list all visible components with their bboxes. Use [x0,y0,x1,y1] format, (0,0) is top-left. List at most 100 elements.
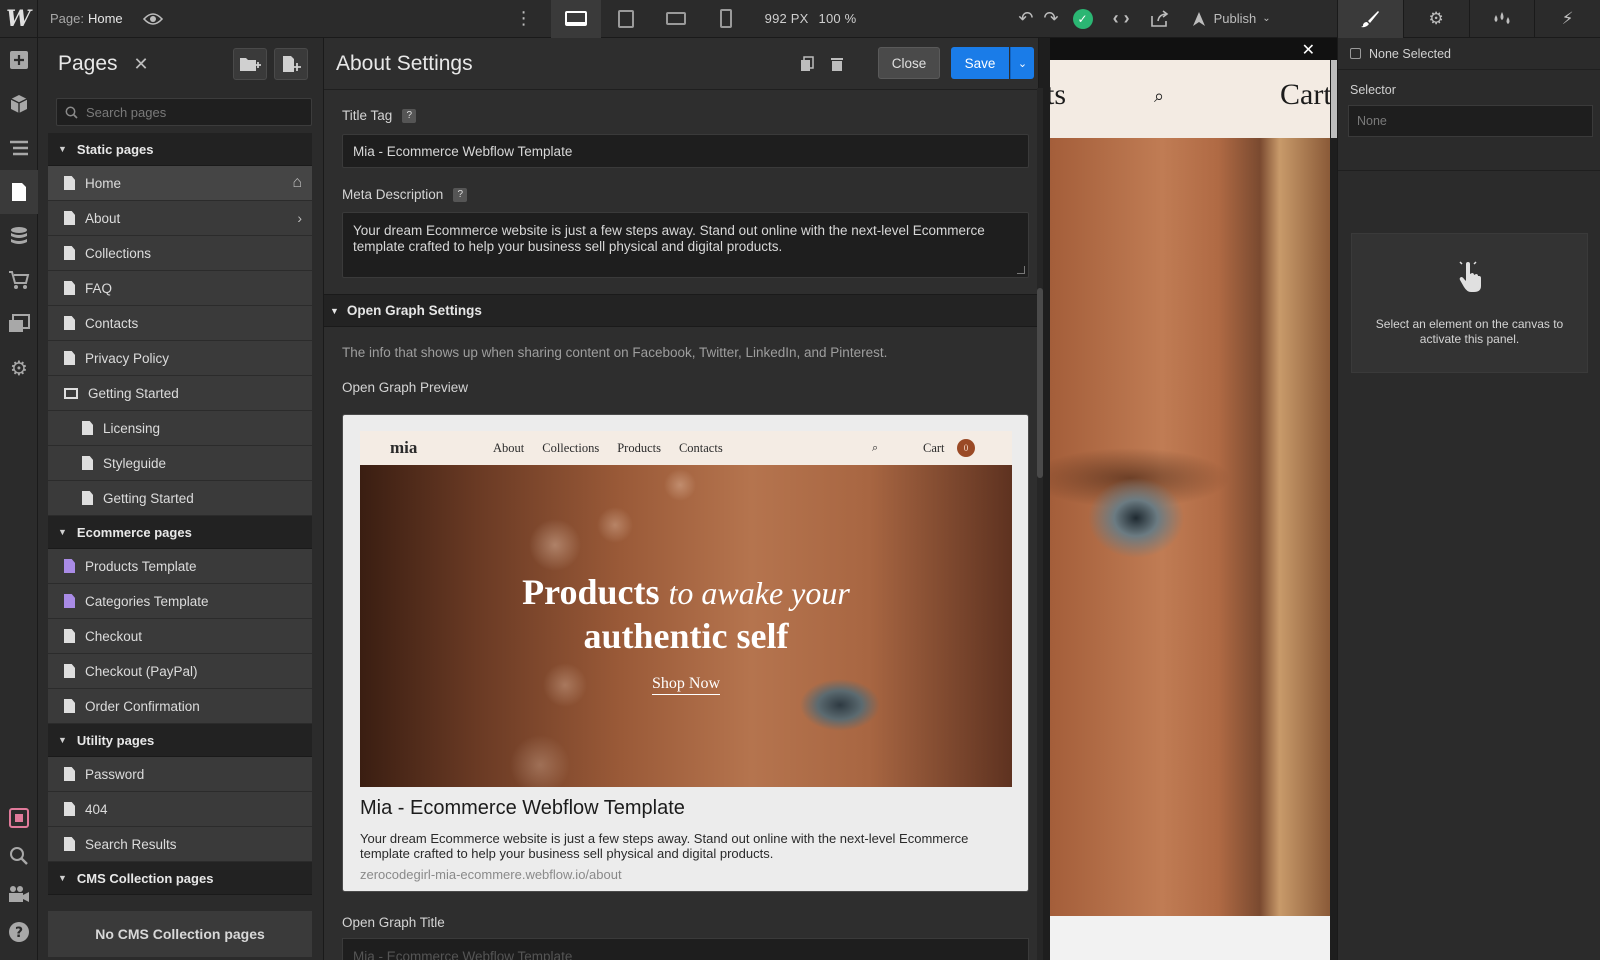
desktop-breakpoint-icon[interactable] [550,0,601,38]
section-cms-collection-pages[interactable]: ▼ CMS Collection pages [48,862,312,895]
preview-site-links: About Collections Products Contacts [493,441,723,456]
webflow-designer: W Page: Home ⋮ 992 PX 100 % ↶ ↷ ✓ ‹ › Pub… [0,0,1600,960]
site-settings-gear-icon[interactable]: ⚙ [0,346,38,390]
design-canvas[interactable]: ✕ ts ⌕ Cart [1050,38,1337,960]
save-options-chevron-icon[interactable]: ⌄ [1010,47,1034,79]
pages-panel-title: Pages [58,52,118,75]
page-item-licensing[interactable]: Licensing [48,411,312,446]
page-item-checkout-paypal[interactable]: Checkout (PayPal) [48,654,312,689]
delete-trash-icon[interactable] [830,56,844,76]
preview-search-icon: ⌕ [872,441,879,454]
share-icon[interactable] [1150,0,1170,38]
page-item-collections[interactable]: Collections [48,236,312,271]
settings-gear-icon[interactable]: ⚙ [1402,0,1469,38]
canvas-search-icon[interactable]: ⌕ [1154,86,1164,107]
interactions-drops-icon[interactable] [1468,0,1535,38]
add-element-icon[interactable] [0,38,38,82]
page-item-home[interactable]: Home ⌂ [48,166,312,201]
section-static-pages[interactable]: ▼ Static pages [48,133,312,166]
title-tag-input[interactable]: Mia - Ecommerce Webflow Template [342,134,1029,168]
scrollbar-thumb[interactable] [1037,288,1043,478]
page-label: Collections [85,245,152,261]
empty-state-message: Select an element on the canvas to activ… [1375,317,1564,346]
open-graph-title-input[interactable]: Mia - Ecommerce Webflow Template [342,938,1029,960]
close-button[interactable]: Close [878,47,940,79]
section-label: Open Graph Settings [346,303,482,318]
page-item-about[interactable]: About › [48,201,312,236]
webflow-logo[interactable]: W [0,0,38,38]
none-selected-row[interactable]: None Selected [1338,38,1600,70]
page-label: Order Confirmation [85,698,200,714]
ecommerce-cart-icon[interactable] [0,258,38,302]
publish-button[interactable]: Publish ⌄ [1190,11,1271,27]
selector-input[interactable]: None [1348,105,1593,137]
chevron-right-icon[interactable]: › [297,210,302,226]
page-item-getting-started[interactable]: Getting Started [48,481,312,516]
page-name: Home [87,11,123,26]
search-pages[interactable] [56,98,312,126]
meta-description-value: Your dream Ecommerce website is just a f… [353,223,985,254]
code-icon[interactable]: ‹ › [1113,0,1130,38]
help-question-icon[interactable]: ? [453,187,468,202]
resize-handle-icon[interactable] [1017,266,1025,274]
open-graph-settings-header[interactable]: ▼ Open Graph Settings [324,294,1038,327]
section-utility-pages[interactable]: ▼ Utility pages [48,724,312,757]
folder-getting-started[interactable]: Getting Started [48,376,312,411]
page-icon [64,767,75,781]
page-settings-panel: About Settings Close Save ⌄ Title Tag? M… [324,38,1039,960]
current-page[interactable]: Page: Home [50,11,123,26]
mobile-portrait-icon[interactable] [701,0,751,38]
tablet-breakpoint-icon[interactable] [601,0,651,38]
page-item-categories-template[interactable]: Categories Template [48,584,312,619]
caret-down-icon: ▼ [330,305,339,316]
section-ecommerce-pages[interactable]: ▼ Ecommerce pages [48,516,312,549]
settings-scrollbar[interactable] [1037,88,1043,960]
duplicate-page-icon[interactable] [800,56,814,76]
mobile-landscape-icon[interactable] [651,0,701,38]
page-item-products-template[interactable]: Products Template [48,549,312,584]
style-brush-icon[interactable] [1337,0,1403,38]
close-icon[interactable]: ✕ [1302,40,1315,60]
no-cms-pages-message: No CMS Collection pages [48,911,312,957]
pages-icon[interactable] [0,170,38,214]
right-panel-tabs: ⚙ ⚡ [1337,0,1600,38]
status-check-icon[interactable]: ✓ [1072,0,1093,38]
page-item-contacts[interactable]: Contacts [48,306,312,341]
assets-images-icon[interactable] [0,302,38,346]
lightning-icon[interactable]: ⚡ [1534,0,1600,38]
undo-icon[interactable]: ↶ [1018,0,1033,38]
save-button[interactable]: Save [951,47,1009,79]
page-item-checkout[interactable]: Checkout [48,619,312,654]
page-item-404[interactable]: 404 [48,792,312,827]
page-item-privacy-policy[interactable]: Privacy Policy [48,341,312,376]
page-item-search-results[interactable]: Search Results [48,827,312,862]
components-cube-icon[interactable] [0,82,38,126]
page-icon [64,176,75,190]
close-icon[interactable]: ✕ [134,54,149,75]
page-prefix: Page: [50,11,84,26]
rocket-icon [1192,11,1205,26]
create-page-button[interactable] [274,48,308,80]
page-item-password[interactable]: Password [48,757,312,792]
canvas-cart-label[interactable]: Cart [1280,78,1332,112]
page-item-styleguide[interactable]: Styleguide [48,446,312,481]
meta-description-textarea[interactable]: Your dream Ecommerce website is just a f… [342,212,1029,278]
more-vertical-icon[interactable]: ⋮ [515,0,533,38]
template-page-icon [64,559,75,573]
help-question-icon[interactable]: ? [402,108,417,123]
help-question-icon[interactable]: ? [0,910,38,954]
preview-eye-icon[interactable] [142,0,163,38]
page-label: Contacts [85,315,139,331]
navigator-icon[interactable] [0,126,38,170]
canvas-hero-photo[interactable] [1050,138,1330,960]
search-input[interactable] [86,104,306,120]
create-folder-button[interactable] [233,48,267,80]
top-bar: W Page: Home ⋮ 992 PX 100 % ↶ ↷ ✓ ‹ › Pub… [0,0,1600,38]
checkbox[interactable] [1350,48,1361,59]
page-item-order-confirmation[interactable]: Order Confirmation [48,689,312,724]
canvas-site-nav[interactable]: ts ⌕ Cart [1050,60,1332,138]
page-item-faq[interactable]: FAQ [48,271,312,306]
page-icon [64,246,75,260]
redo-icon[interactable]: ↷ [1043,0,1058,38]
cms-database-icon[interactable] [0,214,38,258]
